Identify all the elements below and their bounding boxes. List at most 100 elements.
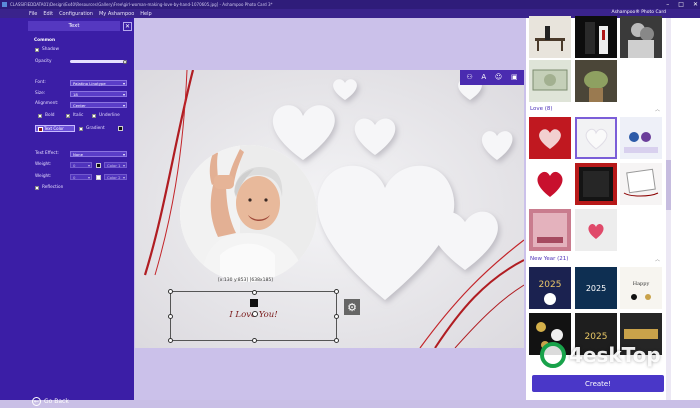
color2-swatch[interactable]	[96, 174, 101, 180]
text-color-button[interactable]: Text Color	[35, 125, 75, 132]
menu-edit[interactable]: Edit	[43, 11, 53, 17]
move-handle[interactable]	[250, 299, 258, 307]
text-effect-select[interactable]: None	[70, 151, 127, 157]
thumbnail-love-7[interactable]	[529, 209, 571, 251]
thumbnail-love-3[interactable]	[620, 117, 662, 159]
panel-close-button[interactable]: ✕	[123, 22, 132, 31]
thumbnail-yoda[interactable]	[575, 60, 617, 102]
svg-text:2025: 2025	[586, 284, 606, 293]
svg-text:Happy: Happy	[633, 281, 650, 287]
text-object-selection[interactable]: I Love You!	[168, 289, 339, 343]
font-label: Font:	[35, 80, 46, 85]
love-collapse-chevron-icon[interactable]: ︿	[655, 106, 660, 113]
weight1-select[interactable]: 0	[70, 162, 92, 168]
opacity-slider-handle[interactable]	[123, 59, 127, 64]
thumbnail-bw-couple[interactable]	[620, 16, 662, 58]
text-properties-panel: Text ✕ Common Shadow Opacity Font: Palat…	[0, 18, 134, 406]
settings-gear-icon[interactable]: ⚙	[344, 299, 360, 315]
gradient-checkbox[interactable]	[79, 126, 83, 131]
size-label: Size:	[35, 91, 46, 96]
weight2-select[interactable]: 0	[70, 174, 92, 180]
go-back-button[interactable]: ← Go Back	[32, 394, 84, 408]
weight2-label: Weight:	[35, 174, 52, 179]
color1-swatch[interactable]	[96, 162, 101, 168]
underline-checkbox[interactable]	[92, 114, 96, 118]
shadow-label: Shadow	[42, 47, 59, 52]
resize-handle-tr[interactable]	[334, 289, 339, 294]
love-section-header[interactable]: Love (8)	[530, 106, 553, 112]
opacity-label: Opacity	[35, 59, 52, 64]
svg-text:2025: 2025	[539, 280, 562, 290]
thumbnail-money[interactable]	[529, 60, 571, 102]
newyear-collapse-chevron-icon[interactable]: ︿	[655, 256, 660, 263]
thumbnail-newyear-3[interactable]: Happy	[620, 267, 662, 309]
menu-help[interactable]: Help	[140, 11, 151, 17]
watermark-icon	[540, 342, 566, 368]
alignment-label: Alignment:	[35, 101, 59, 106]
newyear-section-header[interactable]: New Year (21)	[530, 256, 568, 262]
watermark-text: 4eskTop	[569, 343, 661, 367]
thumbnail-bench[interactable]	[529, 16, 571, 58]
common-heading: Common	[34, 38, 56, 43]
menu-file[interactable]: File	[29, 11, 37, 17]
text-color-label: Text Color	[44, 126, 64, 131]
italic-checkbox[interactable]	[66, 114, 70, 119]
clipart-icon[interactable]: ☺	[495, 74, 502, 81]
gallery-scrollbar-thumb[interactable]	[666, 160, 671, 210]
font-select[interactable]: Palatino Linotype	[70, 80, 127, 86]
italic-label: Italic	[73, 113, 84, 118]
text-color-swatch	[37, 127, 43, 132]
window-controls: – □ ✕	[666, 0, 698, 9]
app-icon	[2, 2, 7, 7]
color2-select[interactable]: Color 2	[104, 174, 127, 180]
bold-label: Bold	[45, 113, 55, 118]
minimize-button[interactable]: –	[666, 0, 669, 9]
weight1-label: Weight:	[35, 162, 52, 167]
shapes-icon[interactable]: ⚇	[466, 74, 472, 81]
resize-handle-br[interactable]	[334, 338, 339, 343]
alignment-select[interactable]: Center	[70, 102, 127, 108]
bold-checkbox[interactable]	[38, 114, 42, 118]
go-back-label: Go Back	[44, 397, 69, 405]
create-button[interactable]: Create!	[532, 375, 664, 392]
menu-configuration[interactable]: Configuration	[59, 11, 93, 17]
thumbnail-dark-couple[interactable]	[575, 16, 617, 58]
window-title: CLASSIFIEDDATA01\Design\Ex40\Resources\G…	[10, 2, 273, 7]
close-window-button[interactable]: ✕	[693, 0, 698, 9]
resize-handle-b[interactable]	[251, 338, 257, 343]
canvas-toolbar: ⚇ A ☺ ▣	[460, 70, 524, 85]
gradient-label: Gradient	[86, 125, 105, 131]
thumbnail-love-5[interactable]	[575, 163, 617, 205]
center-rotate-icon[interactable]	[251, 311, 258, 317]
watermark-logo: 4eskTop	[540, 335, 685, 375]
resize-handle-l[interactable]	[168, 314, 173, 319]
thumbnail-love-1[interactable]	[529, 117, 571, 159]
thumbnail-newyear-2[interactable]: 2025	[575, 267, 617, 309]
menu-my-ashampoo[interactable]: My Ashampoo	[99, 11, 134, 17]
thumbnail-newyear-1[interactable]: 2025	[529, 267, 571, 309]
size-select[interactable]: 18	[70, 91, 127, 97]
thumbnail-love-8[interactable]	[575, 209, 617, 251]
text-effect-label: Text Effect:	[35, 151, 59, 156]
thumbnail-love-6[interactable]	[620, 163, 662, 205]
brand-label: Ashampoo® Photo Card	[611, 10, 666, 15]
photo-frame[interactable]	[180, 145, 317, 282]
thumbnail-love-2-selected[interactable]	[575, 117, 617, 159]
selection-size-label: [x:130 y:853] [638x185]	[218, 278, 273, 283]
gradient-color-swatch[interactable]	[118, 126, 123, 131]
panel-header: Text	[28, 21, 120, 31]
resize-handle-bl[interactable]	[168, 338, 173, 343]
underline-label: Underline	[99, 113, 120, 118]
thumbnail-love-4[interactable]	[529, 163, 571, 205]
maximize-button[interactable]: □	[678, 0, 684, 9]
resize-handle-r[interactable]	[334, 314, 339, 319]
text-icon[interactable]: A	[481, 74, 486, 81]
title-bar: CLASSIFIEDDATA01\Design\Ex40\Resources\G…	[0, 0, 700, 9]
reflection-checkbox[interactable]	[35, 186, 39, 190]
opacity-slider[interactable]	[70, 60, 127, 63]
color1-select[interactable]: Color 1	[104, 162, 127, 168]
shadow-checkbox[interactable]	[35, 48, 39, 52]
image-icon[interactable]: ▣	[511, 74, 518, 81]
resize-handle-tl[interactable]	[168, 289, 173, 294]
back-arrow-icon: ←	[32, 396, 41, 406]
